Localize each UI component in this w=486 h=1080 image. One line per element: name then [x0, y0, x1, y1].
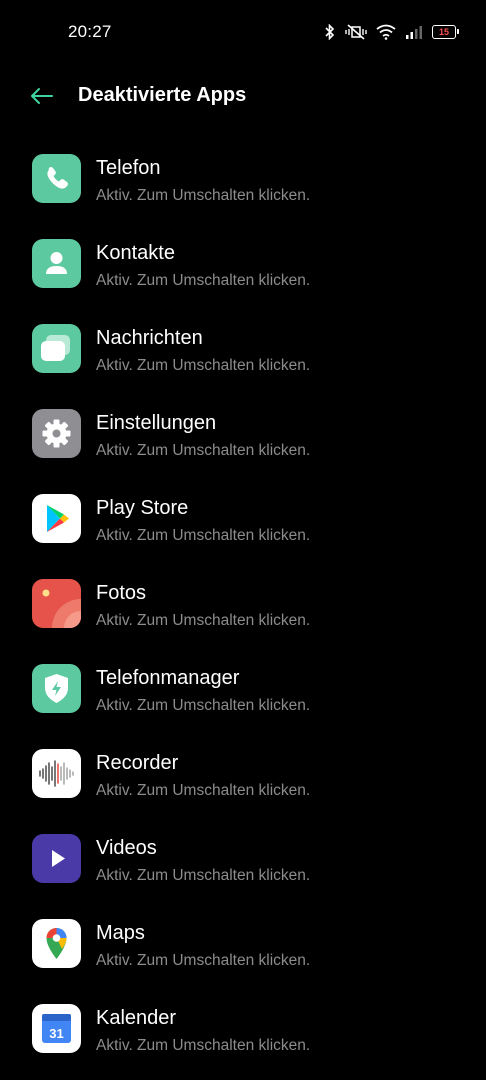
list-item-kalender[interactable]: 31 Kalender Aktiv. Zum Umschalten klicke… — [0, 988, 486, 1073]
wifi-icon — [376, 24, 396, 40]
app-name: Telefonmanager — [96, 667, 240, 689]
status-time: 20:27 — [68, 22, 112, 41]
status-icons: 15 — [324, 22, 459, 42]
app-name: Nachrichten — [96, 327, 203, 349]
app-status: Aktiv. Zum Umschalten klicken. — [96, 272, 311, 289]
recorder-waveform-icon — [32, 749, 81, 798]
page-title: Deaktivierte Apps — [78, 84, 247, 106]
app-name: Einstellungen — [96, 412, 217, 434]
app-status: Aktiv. Zum Umschalten klicken. — [96, 442, 311, 459]
app-status: Aktiv. Zum Umschalten klicken. — [96, 867, 311, 884]
app-status: Aktiv. Zum Umschalten klicken. — [96, 527, 311, 544]
app-status: Aktiv. Zum Umschalten klicken. — [96, 1037, 311, 1054]
app-list: Telefon Aktiv. Zum Umschalten klicken. K… — [0, 138, 486, 1073]
app-name: Maps — [96, 922, 145, 944]
videos-play-icon — [32, 834, 81, 883]
app-status: Aktiv. Zum Umschalten klicken. — [96, 612, 311, 629]
list-item-recorder[interactable]: Recorder Aktiv. Zum Umschalten klicken. — [0, 733, 486, 818]
list-item-fotos[interactable]: Fotos Aktiv. Zum Umschalten klicken. — [0, 563, 486, 648]
phone-manager-shield-icon — [32, 664, 81, 713]
list-item-telefon[interactable]: Telefon Aktiv. Zum Umschalten klicken. — [0, 138, 486, 223]
list-item-einstellungen[interactable]: Einstellungen Aktiv. Zum Umschalten klic… — [0, 393, 486, 478]
app-name: Play Store — [96, 497, 189, 519]
calendar-app-icon: 31 — [32, 1004, 81, 1053]
app-name: Recorder — [96, 752, 179, 774]
battery-icon: 15 — [432, 25, 459, 39]
list-item-kontakte[interactable]: Kontakte Aktiv. Zum Umschalten klicken. — [0, 223, 486, 308]
maps-pin-icon — [32, 919, 81, 968]
signal-icon — [405, 24, 423, 40]
photos-app-icon — [32, 579, 81, 628]
app-name: Telefon — [96, 157, 161, 179]
settings-gear-icon — [32, 409, 81, 458]
mute-vibrate-icon — [345, 24, 367, 40]
app-name: Kalender — [96, 1007, 177, 1029]
list-item-maps[interactable]: Maps Aktiv. Zum Umschalten klicken. — [0, 903, 486, 988]
app-status: Aktiv. Zum Umschalten klicken. — [96, 357, 311, 374]
app-status: Aktiv. Zum Umschalten klicken. — [96, 782, 311, 799]
list-item-videos[interactable]: Videos Aktiv. Zum Umschalten klicken. — [0, 818, 486, 903]
back-arrow-icon[interactable] — [28, 82, 56, 110]
contacts-app-icon — [32, 239, 81, 288]
app-status: Aktiv. Zum Umschalten klicken. — [96, 697, 311, 714]
app-status: Aktiv. Zum Umschalten klicken. — [96, 952, 311, 969]
app-name: Fotos — [96, 582, 147, 604]
app-name: Kontakte — [96, 242, 175, 264]
app-status: Aktiv. Zum Umschalten klicken. — [96, 187, 311, 204]
messages-app-icon — [32, 324, 81, 373]
list-item-play-store[interactable]: Play Store Aktiv. Zum Umschalten klicken… — [0, 478, 486, 563]
app-name: Videos — [96, 837, 157, 859]
status-bar: 20:27 15 — [0, 0, 486, 64]
calendar-day: 31 — [49, 1026, 63, 1041]
phone-app-icon — [32, 154, 81, 203]
app-bar: Deaktivierte Apps — [0, 70, 486, 122]
play-store-icon — [32, 494, 81, 543]
list-item-telefonmanager[interactable]: Telefonmanager Aktiv. Zum Umschalten kli… — [0, 648, 486, 733]
bluetooth-icon — [324, 24, 336, 40]
list-item-nachrichten[interactable]: Nachrichten Aktiv. Zum Umschalten klicke… — [0, 308, 486, 393]
